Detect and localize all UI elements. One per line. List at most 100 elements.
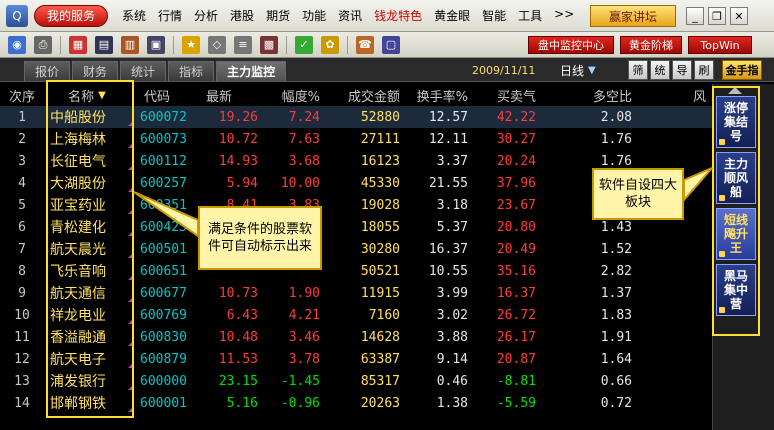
stats-button[interactable]: 统 bbox=[650, 60, 670, 80]
table-row[interactable]: 8 飞乐音响 600651 50521 10.55 35.16 2.82 bbox=[0, 260, 712, 282]
golden-ladder-button[interactable]: 黄金阶梯 bbox=[620, 36, 682, 54]
menu-golden-eye[interactable]: 黄金眼 bbox=[434, 7, 470, 24]
table-row[interactable]: 12 航天电子 600879 11.53 3.78 63387 9.14 20.87 1.64 bbox=[0, 348, 712, 370]
sector-limit-up-gather[interactable]: 涨停集结号 bbox=[716, 96, 756, 148]
col-code[interactable]: 代码 bbox=[136, 84, 202, 106]
list-icon[interactable]: ≡ bbox=[234, 35, 252, 54]
menu-quotes[interactable]: 行情 bbox=[158, 7, 182, 24]
col-name[interactable]: 名称 ▼ bbox=[44, 84, 136, 106]
table-row[interactable]: 10 祥龙电业 600769 6.43 4.21 7160 3.02 26.72 1.83 bbox=[0, 304, 712, 326]
intraday-monitor-button[interactable]: 盘中监控中心 bbox=[528, 36, 614, 54]
period-selector[interactable]: 日线 ▼ bbox=[560, 61, 620, 79]
grid-icon[interactable]: ▤ bbox=[95, 35, 113, 54]
col-change-pct[interactable]: 幅度% bbox=[264, 84, 326, 106]
cell-turnover: 3.37 bbox=[436, 153, 468, 169]
menu-news[interactable]: 资讯 bbox=[338, 7, 362, 24]
menu-futures[interactable]: 期货 bbox=[266, 7, 290, 24]
quote-list-icon[interactable]: ▦ bbox=[69, 35, 87, 54]
winner-forum-button[interactable]: 赢家讲坛 bbox=[590, 5, 676, 27]
table-row[interactable]: 2 上海梅林 600073 10.72 7.63 27111 12.11 30.27 1.76 bbox=[0, 128, 712, 150]
col-turnover[interactable]: 换手率% bbox=[406, 84, 474, 106]
cell-risk bbox=[638, 304, 712, 326]
golden-finger-button[interactable]: 金手指 bbox=[722, 60, 762, 80]
cell-amount: 50521 bbox=[360, 263, 400, 279]
check-icon[interactable]: ✓ bbox=[295, 35, 313, 54]
cell-name: 航天通信 bbox=[44, 282, 136, 304]
cell-turnover: 9.14 bbox=[436, 351, 468, 367]
menu-bar: Q 我的服务 系统 行情 分析 港股 期货 功能 资讯 钱龙特色 黄金眼 智能 … bbox=[0, 0, 774, 32]
my-service-button[interactable]: 我的服务 bbox=[34, 4, 108, 27]
menu-system[interactable]: 系统 bbox=[122, 7, 146, 24]
cell-amount: 45330 bbox=[360, 175, 400, 191]
cell-buysell: 20.80 bbox=[496, 219, 536, 235]
tag-icon[interactable]: ◇ bbox=[208, 35, 226, 54]
minimize-icon[interactable]: _ bbox=[686, 7, 704, 25]
sector-short-term-surge[interactable]: 短线飚升王 bbox=[716, 208, 756, 260]
cell-amount: 18055 bbox=[360, 219, 400, 235]
col-long-short[interactable]: 多空比 bbox=[542, 84, 638, 106]
window-icon[interactable]: ▢ bbox=[382, 35, 400, 54]
date-display: 2009/11/11 bbox=[472, 63, 536, 77]
user-icon[interactable]: ◉ bbox=[8, 35, 26, 54]
tab-statistics[interactable]: 统计 bbox=[120, 61, 167, 81]
flag-marker-icon bbox=[128, 164, 134, 170]
book-icon[interactable]: ▩ bbox=[260, 35, 278, 54]
menu-more[interactable]: >> bbox=[554, 7, 574, 24]
table-row[interactable]: 11 香溢融通 600830 10.48 3.46 14628 3.88 26.17 1.91 bbox=[0, 326, 712, 348]
refresh-button[interactable]: 刷 bbox=[694, 60, 714, 80]
print-icon[interactable]: ⎙ bbox=[34, 35, 52, 54]
topwin-button[interactable]: TopWin bbox=[688, 36, 752, 54]
table-row[interactable]: 1 中船股份 600072 19.26 7.24 52880 12.57 42.22 2.08 bbox=[0, 106, 712, 128]
phone-icon[interactable]: ☎ bbox=[356, 35, 374, 54]
cell-order: 14 bbox=[14, 395, 30, 411]
menu-functions[interactable]: 功能 bbox=[302, 7, 326, 24]
col-order[interactable]: 次序 bbox=[0, 84, 44, 106]
menu-smart[interactable]: 智能 bbox=[482, 7, 506, 24]
tab-finance[interactable]: 财务 bbox=[72, 61, 119, 81]
col-buysell[interactable]: 买卖气 bbox=[474, 84, 542, 106]
menu-tools[interactable]: 工具 bbox=[518, 7, 542, 24]
menu-analysis[interactable]: 分析 bbox=[194, 7, 218, 24]
tab-main-force-monitor[interactable]: 主力监控 bbox=[216, 61, 287, 81]
cell-risk bbox=[638, 326, 712, 348]
close-icon[interactable]: ✕ bbox=[730, 7, 748, 25]
col-last[interactable]: 最新 bbox=[202, 84, 264, 106]
main-menu: 系统 行情 分析 港股 期货 功能 资讯 钱龙特色 黄金眼 智能 工具 >> bbox=[122, 7, 586, 24]
sector-label: 黑马集中营 bbox=[723, 269, 748, 311]
restore-icon[interactable]: ❐ bbox=[708, 7, 726, 25]
cell-change-pct: -1.45 bbox=[280, 373, 320, 389]
export-button[interactable]: 导 bbox=[672, 60, 692, 80]
menu-qianlong-features[interactable]: 钱龙特色 bbox=[374, 7, 422, 24]
cell-amount: 16123 bbox=[360, 153, 400, 169]
cell-change-pct: 10.00 bbox=[280, 175, 320, 191]
star-icon[interactable]: ★ bbox=[182, 35, 200, 54]
cell-order: 8 bbox=[18, 263, 26, 279]
gear-icon[interactable]: ✿ bbox=[321, 35, 339, 54]
cell-amount: 63387 bbox=[360, 351, 400, 367]
menu-hk-stocks[interactable]: 港股 bbox=[230, 7, 254, 24]
cell-name: 香溢融通 bbox=[44, 326, 136, 348]
calendar-icon[interactable]: ▣ bbox=[147, 35, 165, 54]
toolbar-divider bbox=[60, 35, 61, 54]
cell-change-pct: 3.68 bbox=[288, 153, 320, 169]
filter-button[interactable]: 筛 bbox=[628, 60, 648, 80]
tab-indicators[interactable]: 指标 bbox=[168, 61, 215, 81]
cell-code: 600073 bbox=[140, 131, 187, 147]
cell-amount: 20263 bbox=[360, 395, 400, 411]
sector-dark-horse-camp[interactable]: 黑马集中营 bbox=[716, 264, 756, 316]
flag-marker-icon bbox=[128, 362, 134, 368]
table-row[interactable]: 7 航天晨光 600501 30280 16.37 20.49 1.52 bbox=[0, 238, 712, 260]
cell-name: 上海梅林 bbox=[44, 128, 136, 150]
cell-last: 11.53 bbox=[218, 351, 258, 367]
col-amount[interactable]: 成交金额 bbox=[326, 84, 406, 106]
col-risk[interactable]: 风 bbox=[638, 84, 712, 106]
app-logo-icon[interactable]: Q bbox=[6, 4, 28, 27]
cell-risk bbox=[638, 282, 712, 304]
cell-code: 600651 bbox=[140, 263, 187, 279]
chart-icon[interactable]: ▥ bbox=[121, 35, 139, 54]
table-row[interactable]: 14 邯郸钢铁 600001 5.16 -0.96 20263 1.38 -5.59 0.72 bbox=[0, 392, 712, 414]
table-row[interactable]: 9 航天通信 600677 10.73 1.90 11915 3.99 16.37 1.37 bbox=[0, 282, 712, 304]
sector-main-force-tailwind[interactable]: 主力顺风船 bbox=[716, 152, 756, 204]
table-row[interactable]: 13 浦发银行 600000 23.15 -1.45 85317 0.46 -8.81 0.66 bbox=[0, 370, 712, 392]
tab-quotes[interactable]: 报价 bbox=[24, 61, 71, 81]
